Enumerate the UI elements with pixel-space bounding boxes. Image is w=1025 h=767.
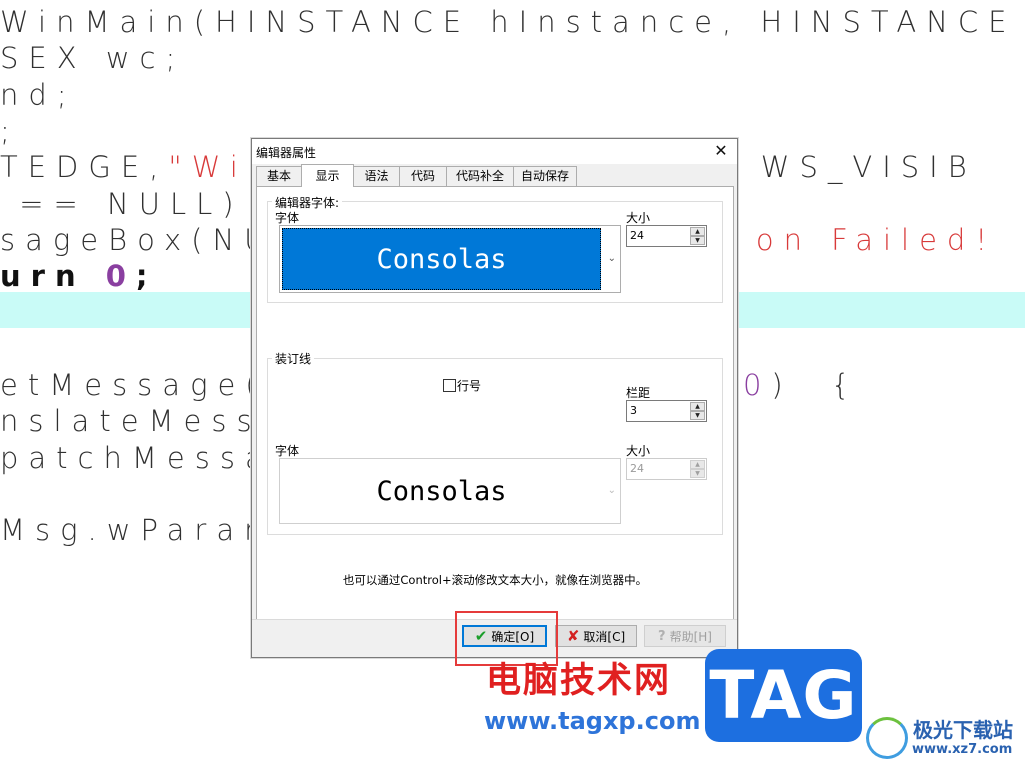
code-line: == NULL) xyxy=(0,186,244,222)
gutter-size-label: 大小 xyxy=(626,444,651,458)
chevron-down-icon: ⌄ xyxy=(607,485,616,496)
code-line: urn 0; xyxy=(0,258,158,294)
code-token: "Wi xyxy=(168,150,248,185)
font-select-value: Consolas xyxy=(282,228,601,290)
gutter-size-value: 24 xyxy=(630,462,644,475)
code-token: WinMain(HINSTANCE hInstance, HINSTANCE xyxy=(0,5,1017,39)
line-numbers-checkbox[interactable] xyxy=(443,379,456,392)
decrement-icon[interactable]: ▼ xyxy=(690,236,705,245)
decrement-icon[interactable]: ▼ xyxy=(690,411,705,420)
info-text: 也可以通过Control+滚动修改文本大小，就像在浏览器中。 xyxy=(342,573,648,587)
gutter-font-label: 字体 xyxy=(275,444,300,458)
code-line: nd; xyxy=(0,77,77,113)
chevron-down-icon: ⌄ xyxy=(607,253,616,264)
cross-icon: ✘ xyxy=(566,627,580,645)
help-icon: ? xyxy=(658,628,666,644)
code-token: TEDGE, xyxy=(0,150,169,185)
code-token: nslateMess xyxy=(0,404,262,439)
code-token: 0 xyxy=(105,259,136,294)
code-token: patchMessa xyxy=(0,440,273,475)
gutter-group-label: 装订线 xyxy=(272,350,315,367)
close-icon[interactable]: ✕ xyxy=(709,140,733,162)
gutter-size-stepper: 24 ▲ ▼ xyxy=(626,458,707,480)
tab-syntax[interactable]: 语法 xyxy=(353,166,400,186)
font-select[interactable]: Consolas ⌄ xyxy=(279,225,621,293)
code-token: ; xyxy=(0,113,20,148)
code-token: == NULL) xyxy=(0,186,244,221)
code-line: nslateMess xyxy=(0,403,262,439)
tab-display[interactable]: 显示 xyxy=(301,164,354,187)
margin-label: 栏距 xyxy=(626,386,651,400)
increment-icon[interactable]: ▲ xyxy=(690,402,705,411)
code-line: SEX wc; xyxy=(0,40,185,76)
code-line: WinMain(HINSTANCE hInstance, HINSTANCE xyxy=(0,4,1016,40)
code-token: on Failed! xyxy=(755,222,997,257)
gutter-font-select[interactable]: Consolas ⌄ xyxy=(279,458,621,524)
code-line: ; xyxy=(0,113,20,149)
help-button-label: 帮助[H] xyxy=(669,629,712,644)
tab-autosave[interactable]: 自动保存 xyxy=(513,166,577,186)
code-token: 0 xyxy=(742,368,772,402)
code-token: Msg.wParam xyxy=(0,513,283,548)
watermark-url: www.tagxp.com xyxy=(484,707,701,735)
code-token: SEX wc; xyxy=(0,41,186,76)
gutter-font-select-value: Consolas xyxy=(376,475,507,507)
tab-code-completion[interactable]: 代码补全 xyxy=(446,166,514,186)
font-size-stepper[interactable]: 24 ▲ ▼ xyxy=(626,225,707,247)
code-token: , WS_VISIB xyxy=(722,150,977,185)
code-token: nd; xyxy=(0,77,77,112)
dialog-title: 编辑器属性 xyxy=(256,146,317,160)
font-size-value: 24 xyxy=(630,229,644,242)
watermark-tag-logo: TAG xyxy=(705,649,862,742)
editor-properties-dialog: 编辑器属性 ✕ 基本 显示 语法 代码 代码补全 自动保存 编辑器字体: 字体 … xyxy=(251,138,738,658)
font-label: 字体 xyxy=(275,211,300,225)
decrement-icon: ▼ xyxy=(690,469,705,478)
code-token: etMessage( xyxy=(0,368,267,402)
increment-icon: ▲ xyxy=(690,460,705,469)
cancel-button[interactable]: ✘ 取消[C] xyxy=(555,625,637,647)
display-tab-panel: 编辑器字体: 字体 Consolas ⌄ 大小 24 ▲ ▼ 装订线 行号 栏距… xyxy=(256,186,734,620)
tab-basic[interactable]: 基本 xyxy=(256,166,302,186)
site-logo-icon xyxy=(866,717,908,759)
watermark-site-name: 极光下载站 xyxy=(913,718,1013,742)
code-line: Msg.wParam xyxy=(0,512,282,548)
code-token: urn xyxy=(0,259,106,294)
margin-value: 3 xyxy=(630,404,637,417)
code-token: ) { xyxy=(771,368,860,402)
tab-code[interactable]: 代码 xyxy=(399,166,447,186)
watermark-cn-text: 电脑技术网 xyxy=(486,661,672,701)
cancel-button-label: 取消[C] xyxy=(583,629,626,644)
size-label: 大小 xyxy=(626,211,651,225)
code-line: patchMessa xyxy=(0,440,273,476)
margin-stepper[interactable]: 3 ▲ ▼ xyxy=(626,400,707,422)
watermark-site-url: www.xz7.com xyxy=(912,742,1013,757)
help-button: ? 帮助[H] xyxy=(644,625,726,647)
increment-icon[interactable]: ▲ xyxy=(690,227,705,236)
line-numbers-label: 行号 xyxy=(457,379,482,393)
code-token: ; xyxy=(135,259,158,294)
code-token: sageBox(NU xyxy=(0,222,276,257)
dialog-titlebar: 编辑器属性 ✕ xyxy=(252,139,737,164)
